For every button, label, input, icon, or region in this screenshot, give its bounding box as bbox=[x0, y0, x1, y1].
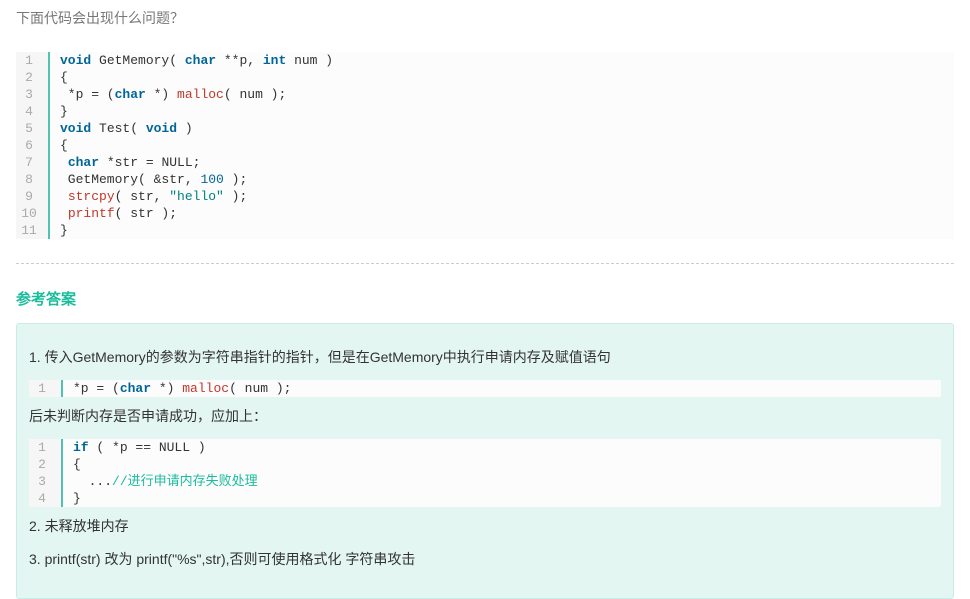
code-content: } bbox=[48, 103, 954, 120]
code-line: 11} bbox=[16, 222, 954, 239]
question-text: 下面代码会出现什么问题？ bbox=[0, 0, 970, 44]
code-line: 2{ bbox=[29, 456, 941, 473]
code-content: if ( *p == NULL ) bbox=[61, 439, 941, 456]
code-content: void GetMemory( char **p, int num ) bbox=[48, 52, 954, 69]
code-line: 9 strcpy( str, "hello" ); bbox=[16, 188, 954, 205]
line-number: 8 bbox=[16, 171, 48, 188]
code-line: 2{ bbox=[16, 69, 954, 86]
line-number: 4 bbox=[16, 103, 48, 120]
code-line: 4} bbox=[16, 103, 954, 120]
code-line: 1void GetMemory( char **p, int num ) bbox=[16, 52, 954, 69]
line-number: 2 bbox=[16, 69, 48, 86]
answer-item-4: 3. printf(str) 改为 printf("%s",str),否则可使用… bbox=[29, 548, 941, 572]
line-number: 10 bbox=[16, 205, 48, 222]
code-line: 1*p = (char *) malloc( num ); bbox=[29, 380, 941, 397]
line-number: 5 bbox=[16, 120, 48, 137]
code-content: char *str = NULL; bbox=[48, 154, 954, 171]
line-number: 7 bbox=[16, 154, 48, 171]
code-content: ...//进行申请内存失败处理 bbox=[61, 473, 941, 490]
code-content: } bbox=[61, 490, 941, 507]
code-line: 3 *p = (char *) malloc( num ); bbox=[16, 86, 954, 103]
code-content: { bbox=[48, 69, 954, 86]
answer-item-2: 后未判断内存是否申请成功，应加上： bbox=[29, 405, 941, 429]
code-content: { bbox=[48, 137, 954, 154]
line-number: 1 bbox=[16, 52, 48, 69]
answer-item-3: 2. 未释放堆内存 bbox=[29, 515, 941, 539]
code-content: } bbox=[48, 222, 954, 239]
code-content: printf( str ); bbox=[48, 205, 954, 222]
answer-item-1: 1. 传入GetMemory的参数为字符串指针的指针，但是在GetMemory中… bbox=[29, 346, 941, 370]
answer-heading: 参考答案 bbox=[16, 288, 954, 309]
code-content: *p = (char *) malloc( num ); bbox=[61, 380, 941, 397]
code-block-main: 1void GetMemory( char **p, int num )2{3 … bbox=[16, 52, 954, 239]
line-number: 6 bbox=[16, 137, 48, 154]
line-number: 1 bbox=[29, 380, 61, 397]
code-content: *p = (char *) malloc( num ); bbox=[48, 86, 954, 103]
code-line: 8 GetMemory( &str, 100 ); bbox=[16, 171, 954, 188]
line-number: 1 bbox=[29, 439, 61, 456]
code-block-snippet-1: 1*p = (char *) malloc( num ); bbox=[29, 380, 941, 397]
code-line: 10 printf( str ); bbox=[16, 205, 954, 222]
line-number: 3 bbox=[29, 473, 61, 490]
line-number: 2 bbox=[29, 456, 61, 473]
line-number: 4 bbox=[29, 490, 61, 507]
divider bbox=[16, 263, 954, 264]
code-line: 7 char *str = NULL; bbox=[16, 154, 954, 171]
code-block-snippet-2: 1if ( *p == NULL )2{3 ...//进行申请内存失败处理4} bbox=[29, 439, 941, 507]
code-content: strcpy( str, "hello" ); bbox=[48, 188, 954, 205]
line-number: 9 bbox=[16, 188, 48, 205]
code-content: GetMemory( &str, 100 ); bbox=[48, 171, 954, 188]
line-number: 3 bbox=[16, 86, 48, 103]
line-number: 11 bbox=[16, 222, 48, 239]
code-content: void Test( void ) bbox=[48, 120, 954, 137]
code-line: 1if ( *p == NULL ) bbox=[29, 439, 941, 456]
answer-box: 1. 传入GetMemory的参数为字符串指针的指针，但是在GetMemory中… bbox=[16, 323, 954, 599]
code-content: { bbox=[61, 456, 941, 473]
code-line: 4} bbox=[29, 490, 941, 507]
code-line: 5void Test( void ) bbox=[16, 120, 954, 137]
code-line: 6{ bbox=[16, 137, 954, 154]
code-line: 3 ...//进行申请内存失败处理 bbox=[29, 473, 941, 490]
